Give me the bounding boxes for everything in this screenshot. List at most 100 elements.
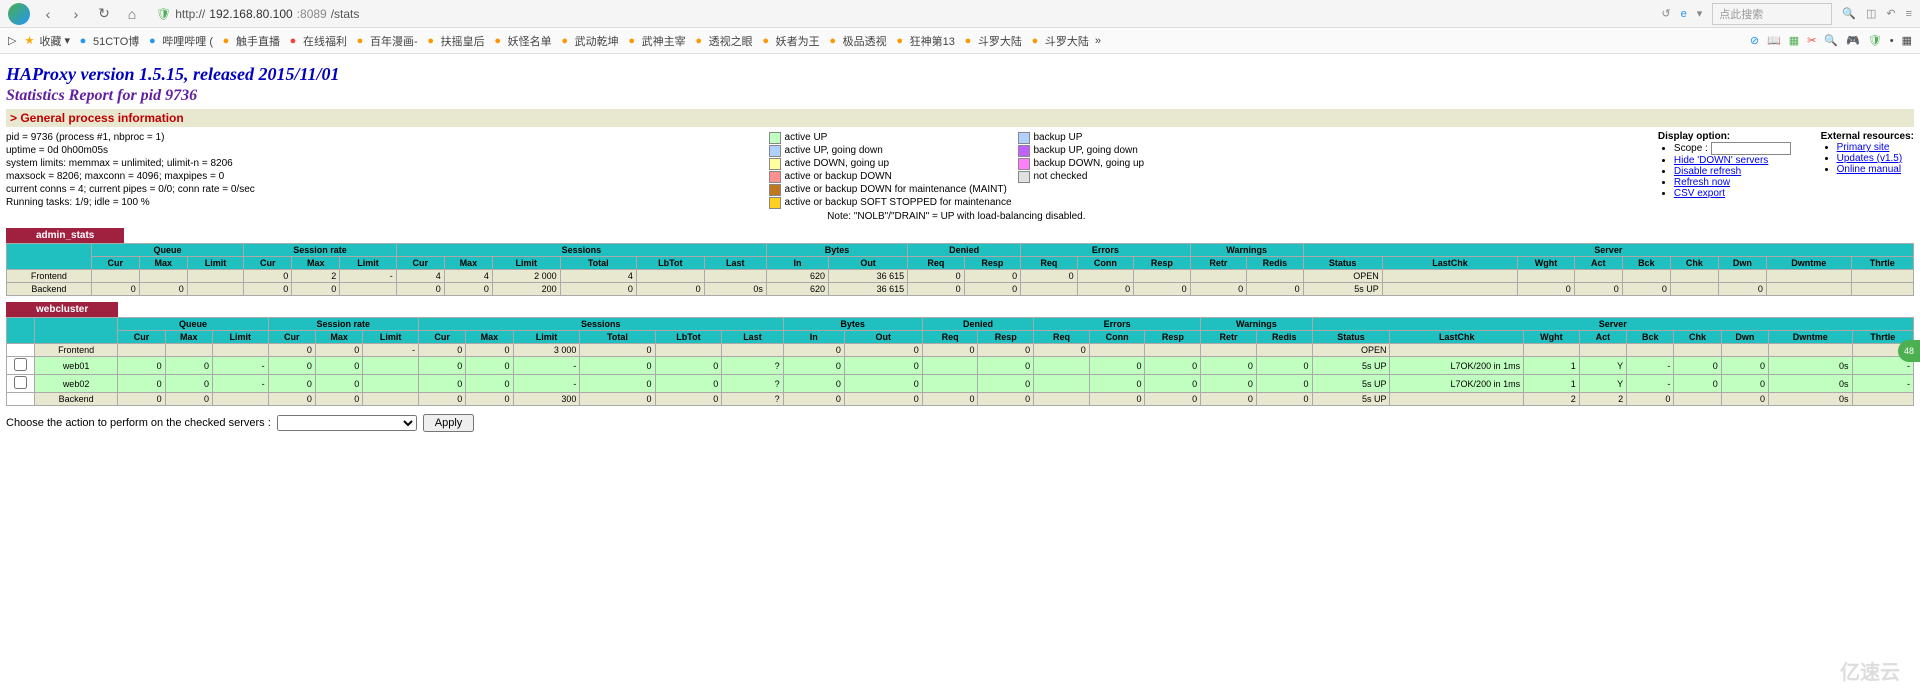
tool-icon-9[interactable]: ▦ (1902, 34, 1912, 47)
page-content: HAProxy version 1.5.15, released 2015/11… (0, 54, 1920, 436)
url-port: :8089 (297, 7, 327, 21)
refresh-now-link[interactable]: Refresh now (1674, 177, 1730, 188)
bookmark-item[interactable]: ●百年漫画- (353, 33, 418, 49)
legend-note: Note: "NOLB"/"DRAIN" = UP with load-bala… (827, 211, 1085, 222)
legend-item: backup UP (1018, 131, 1145, 144)
bookmark-more[interactable]: » (1095, 35, 1101, 47)
browser-logo (8, 3, 30, 25)
side-badge[interactable]: 48 (1898, 340, 1920, 362)
table-row: web0200-0000-00?00000005s UPL7OK/200 in … (7, 375, 1914, 393)
table-row: Frontend00-003 000000000OPEN (7, 344, 1914, 357)
bookmark-bar: ▷ ★收藏 ▾ ●51CTO博 ●哔哩哔哩 ( ●触手直播 ●在线福利 ●百年漫画- ●扶… (0, 28, 1920, 54)
table-row: Frontend02-442 000462036 615000OPEN (7, 270, 1914, 283)
share-icon[interactable]: ↺ (1661, 7, 1670, 20)
bookmark-item[interactable]: ●斗罗大陆 (961, 33, 1022, 49)
apply-button[interactable]: Apply (423, 414, 475, 432)
legend-item: not checked (1018, 170, 1145, 183)
shield-icon: 🛡 (156, 7, 171, 21)
url-bar[interactable]: 🛡 http:// 192.168.80.100 :8089/stats (150, 5, 365, 23)
legend-item: active DOWN, going up (769, 157, 1012, 170)
bookmark-item[interactable]: ●扶摇皇后 (424, 33, 485, 49)
process-info: pid = 9736 (process #1, nbproc = 1) upti… (6, 131, 255, 209)
disable-refresh-link[interactable]: Disable refresh (1674, 166, 1741, 177)
menu-icon[interactable]: ≡ (1906, 8, 1912, 20)
tool-icon-7[interactable]: 🛡 (1868, 34, 1882, 47)
scope-input[interactable] (1711, 142, 1791, 155)
bookmark-item[interactable]: ●透视之眼 (692, 33, 753, 49)
legend-item: active or backup SOFT STOPPED for mainte… (769, 196, 1012, 209)
options-panel: Display option: Scope : Hide 'DOWN' serv… (1658, 131, 1914, 199)
bookmark-item[interactable]: ●武神主宰 (625, 33, 686, 49)
ie-icon[interactable]: e (1681, 8, 1687, 20)
updates-link[interactable]: Updates (v1.5) (1837, 153, 1903, 164)
tool-icon-3[interactable]: ▦ (1789, 34, 1799, 47)
legend-item: active or backup DOWN for maintenance (M… (769, 183, 1012, 196)
bookmark-list: ●51CTO博 ●哔哩哔哩 ( ●触手直播 ●在线福利 ●百年漫画- ●扶摇皇后 ●妖怪名单… (76, 33, 1089, 49)
bookmark-item[interactable]: ●武动乾坤 (558, 33, 619, 49)
tool-icon-1[interactable]: ⊘ (1750, 34, 1759, 47)
scope-label: Scope : (1674, 143, 1708, 154)
bookmark-item[interactable]: ●51CTO博 (76, 33, 139, 49)
search-input[interactable]: 点此搜索 (1712, 3, 1832, 25)
row-name[interactable]: web01 (34, 357, 118, 375)
tool-icon-4[interactable]: ✂ (1807, 34, 1816, 47)
bookmark-item[interactable]: ●在线福利 (286, 33, 347, 49)
bookmark-start-icon[interactable]: ▷ (8, 34, 16, 47)
panel-icon[interactable]: ◫ (1866, 7, 1876, 20)
action-select[interactable] (277, 415, 417, 431)
server-checkbox[interactable] (14, 376, 27, 389)
legend-item: backup DOWN, going up (1018, 157, 1145, 170)
row-name[interactable]: Backend (7, 283, 92, 296)
row-name[interactable]: web02 (34, 375, 118, 393)
bookmark-item[interactable]: ●哔哩哔哩 ( (145, 33, 213, 49)
reload-button[interactable]: ↻ (94, 4, 114, 24)
page-title: HAProxy version 1.5.15, released 2015/11… (6, 64, 1914, 85)
tool-icon-2[interactable]: 📖 (1767, 34, 1781, 47)
url-path: /stats (331, 7, 360, 21)
row-name[interactable]: Frontend (7, 270, 92, 283)
proxy-name: admin_stats (6, 228, 124, 243)
display-option-label: Display option: (1658, 131, 1730, 142)
row-name[interactable]: Frontend (34, 344, 118, 357)
bookmark-item[interactable]: ●极品透视 (826, 33, 887, 49)
legend: active UPactive UP, going downactive DOW… (275, 131, 1638, 222)
server-checkbox[interactable] (14, 358, 27, 371)
bookmark-right-tools: ⊘ 📖 ▦ ✂ 🔍 🎮 🛡 • ▦ (1750, 34, 1912, 47)
external-resources-label: External resources: (1821, 131, 1914, 142)
row-name[interactable]: Backend (34, 393, 118, 406)
bookmark-item[interactable]: ●触手直播 (219, 33, 280, 49)
bookmark-item[interactable]: ●斗罗大陆 (1028, 33, 1089, 49)
hide-down-link[interactable]: Hide 'DOWN' servers (1674, 155, 1768, 166)
page-subtitle: Statistics Report for pid 9736 (6, 87, 1914, 105)
table-row: Backend00000030000?000000005s UP22000s (7, 393, 1914, 406)
watermark: 亿速云 (1840, 656, 1900, 685)
undo-icon[interactable]: ↶ (1886, 7, 1895, 20)
favorites-button[interactable]: ★收藏 ▾ (22, 33, 70, 49)
browser-toolbar: ‹ › ↻ ⌂ 🛡 http:// 192.168.80.100 :8089/sta… (0, 0, 1920, 28)
legend-item: active UP (769, 131, 1012, 144)
browser-right-tools: ↺ e ▾ 点此搜索 🔍 ◫ ↶ ≡ (1661, 3, 1912, 25)
primary-site-link[interactable]: Primary site (1837, 142, 1890, 153)
search-icon[interactable]: 🔍 (1842, 7, 1856, 20)
action-label: Choose the action to perform on the chec… (6, 417, 271, 429)
legend-item: backup UP, going down (1018, 144, 1145, 157)
bookmark-item[interactable]: ●妖者为王 (759, 33, 820, 49)
home-button[interactable]: ⌂ (122, 4, 142, 24)
back-button[interactable]: ‹ (38, 4, 58, 24)
dropdown-icon[interactable]: ▾ (1697, 7, 1703, 20)
tool-icon-6[interactable]: 🎮 (1846, 34, 1860, 47)
tool-icon-5[interactable]: 🔍 (1824, 34, 1838, 47)
bookmark-item[interactable]: ●妖怪名单 (491, 33, 552, 49)
legend-item: active UP, going down (769, 144, 1012, 157)
legend-item: active or backup DOWN (769, 170, 1012, 183)
section-header: > General process information (6, 109, 1914, 127)
url-prefix: http:// (175, 7, 205, 21)
forward-button[interactable]: › (66, 4, 86, 24)
action-row: Choose the action to perform on the chec… (6, 414, 1914, 432)
table-row: web0100-0000-00?00000005s UPL7OK/200 in … (7, 357, 1914, 375)
tool-icon-8[interactable]: • (1890, 35, 1894, 47)
url-ip: 192.168.80.100 (209, 7, 292, 21)
online-manual-link[interactable]: Online manual (1837, 164, 1901, 175)
csv-export-link[interactable]: CSV export (1674, 188, 1725, 199)
bookmark-item[interactable]: ●狂神第13 (893, 33, 955, 49)
